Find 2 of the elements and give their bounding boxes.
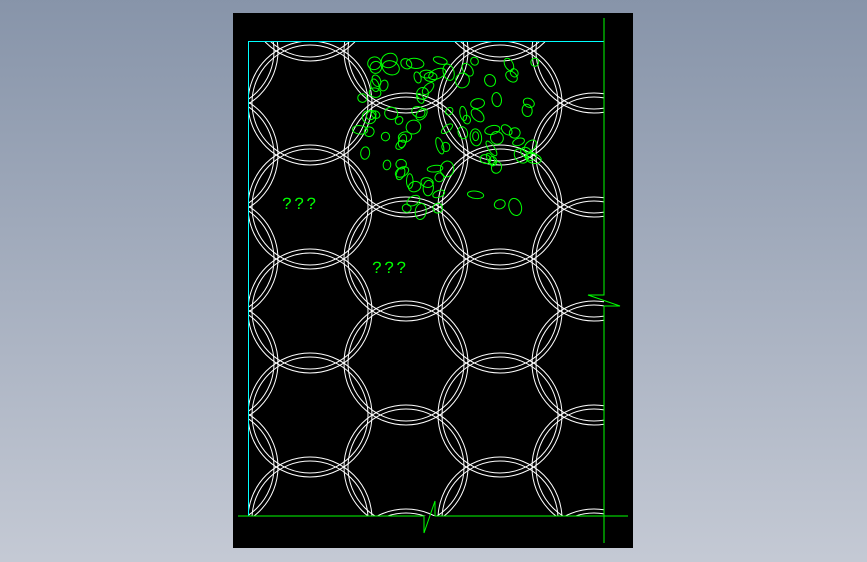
question-mark-label: ??? xyxy=(282,196,319,215)
question-mark-label: ??? xyxy=(372,260,409,279)
